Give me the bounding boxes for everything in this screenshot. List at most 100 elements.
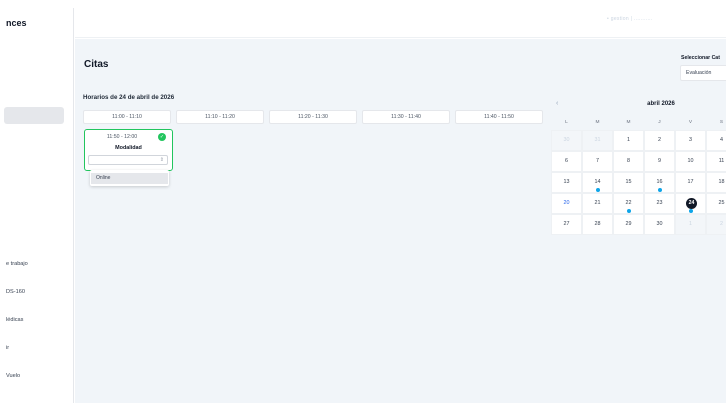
category-label: Seleccionar Cat — [681, 55, 720, 61]
calendar-day-number: 30 — [656, 221, 663, 227]
weekday-header: S — [719, 120, 724, 125]
selected-slot-card[interactable]: 11:50 - 12:00 ✓ Modalidad ⇕ — [84, 129, 173, 171]
calendar-day[interactable]: 17 — [675, 172, 706, 193]
calendar-day[interactable]: 15 — [613, 172, 644, 193]
calendar-day[interactable]: 2 — [706, 214, 726, 235]
calendar-day-number: 7 — [596, 158, 599, 164]
calendar-day[interactable]: 6 — [551, 151, 582, 172]
calendar-day[interactable]: 14 — [582, 172, 613, 193]
calendar-day-number: 4 — [720, 137, 723, 143]
topbar-status: • gestion | ........... — [607, 16, 653, 22]
calendar-month: abril 2026 — [647, 101, 675, 107]
page-title: Citas — [84, 59, 109, 70]
time-slot[interactable]: 11:20 - 11:30 — [269, 110, 357, 124]
calendar-day[interactable]: 31 — [582, 130, 613, 151]
calendar-day-number: 16 — [656, 179, 663, 185]
chevron-updown-icon: ⇕ — [159, 157, 164, 163]
calendar-day-number: 20 — [563, 200, 570, 206]
weekday-header: L — [565, 120, 568, 125]
calendar-day[interactable]: 7 — [582, 151, 613, 172]
calendar-day-number: 30 — [563, 137, 570, 143]
calendar-day[interactable]: 21 — [582, 193, 613, 214]
calendar-day-number: 18 — [718, 179, 725, 185]
schedule-subtitle: Horarios de 24 de abril de 2026 — [83, 94, 175, 101]
calendar-day[interactable]: 1 — [613, 130, 644, 151]
calendar-day-number: 2 — [658, 137, 661, 143]
calendar-day-number: 28 — [594, 221, 601, 227]
time-slot[interactable]: 11:00 - 11:10 — [83, 110, 171, 124]
time-slot[interactable]: 11:10 - 11:20 — [176, 110, 264, 124]
calendar-day[interactable]: 13 — [551, 172, 582, 193]
calendar-day[interactable]: 29 — [613, 214, 644, 235]
calendar-day[interactable]: 18 — [706, 172, 726, 193]
calendar-day-number: 31 — [594, 137, 601, 143]
sidebar-item-vuelo[interactable]: Vuelo — [6, 373, 20, 379]
calendar-day-number: 2 — [720, 221, 723, 227]
dropdown-option-online[interactable]: Online — [91, 173, 168, 184]
sidebar-item-active[interactable] — [4, 107, 64, 124]
calendar-day[interactable]: 23 — [644, 193, 675, 214]
calendar-day-number: 6 — [565, 158, 568, 164]
calendar-day-number: 21 — [594, 200, 601, 206]
sidebar-item-ds160[interactable]: DS-160 — [6, 289, 25, 295]
calendar-day-number: 10 — [687, 158, 694, 164]
calendar-day[interactable]: 10 — [675, 151, 706, 172]
modality-dropdown: Online — [90, 170, 169, 186]
time-slot[interactable]: 11:40 - 11:50 — [455, 110, 543, 124]
weekday-header: M — [595, 120, 600, 125]
calendar-day-number: 3 — [689, 137, 692, 143]
main-content: Citas Horarios de 24 de abril de 2026 11… — [75, 39, 726, 403]
selected-slot-time: 11:50 - 12:00 — [106, 134, 138, 140]
calendar-day-number: 13 — [563, 179, 570, 185]
modality-select[interactable]: ⇕ — [88, 155, 168, 165]
calendar-day-number: 15 — [625, 179, 632, 185]
calendar-day-number: 1 — [627, 137, 630, 143]
availability-dot — [689, 209, 693, 213]
calendar-day-number: 8 — [627, 158, 630, 164]
sidebar-item-trabajo[interactable]: e trabajo — [6, 261, 28, 267]
time-slot-list: 11:00 - 11:10 11:10 - 11:20 11:20 - 11:3… — [83, 110, 543, 124]
availability-dot — [596, 188, 600, 192]
calendar-day[interactable]: 1 — [675, 214, 706, 235]
calendar-day[interactable]: 9 — [644, 151, 675, 172]
chevron-left-icon[interactable]: ‹ — [556, 100, 558, 107]
sidebar-title: nces — [6, 18, 27, 28]
calendar-day[interactable]: 27 — [551, 214, 582, 235]
calendar-day[interactable]: 22 — [613, 193, 644, 214]
calendar-day-number: 1 — [689, 221, 692, 227]
calendar-day[interactable]: 8 — [613, 151, 644, 172]
calendar-day[interactable]: 30 — [551, 130, 582, 151]
weekday-header: J — [658, 120, 661, 125]
calendar-day[interactable]: 28 — [582, 214, 613, 235]
check-icon: ✓ — [158, 133, 166, 141]
sidebar: nces e trabajo DS-160 lédicas ir Vuelo — [0, 8, 74, 403]
availability-dot — [627, 209, 631, 213]
sidebar-item-ir[interactable]: ir — [6, 345, 9, 351]
calendar-day-number: 22 — [625, 200, 632, 206]
calendar-day[interactable]: 3 — [675, 130, 706, 151]
calendar-day-number: 27 — [563, 221, 570, 227]
calendar-day[interactable]: 20 — [551, 193, 582, 214]
calendar-day[interactable]: 16 — [644, 172, 675, 193]
calendar-day[interactable]: 24 — [675, 193, 706, 214]
calendar-day[interactable]: 25 — [706, 193, 726, 214]
modality-label: Modalidad — [115, 145, 142, 151]
calendar-day-number: 17 — [687, 179, 694, 185]
calendar-day-number: 14 — [594, 179, 601, 185]
calendar-day-number: 29 — [625, 221, 632, 227]
sidebar-item-medicas[interactable]: lédicas — [6, 317, 23, 323]
calendar-day-number: 23 — [656, 200, 663, 206]
calendar-day-number: 25 — [718, 200, 725, 206]
top-bar: • gestion | ........... — [75, 8, 726, 38]
calendar-day[interactable]: 4 — [706, 130, 726, 151]
category-select[interactable]: Evaluación — [680, 65, 726, 81]
calendar-day[interactable]: 30 — [644, 214, 675, 235]
calendar-day-number: 11 — [718, 158, 725, 164]
calendar-day[interactable]: 2 — [644, 130, 675, 151]
calendar-day-number: 9 — [658, 158, 661, 164]
weekday-header: V — [688, 120, 693, 125]
calendar-day[interactable]: 11 — [706, 151, 726, 172]
calendar-day-number: 24 — [686, 198, 697, 209]
time-slot[interactable]: 11:30 - 11:40 — [362, 110, 450, 124]
availability-dot — [658, 188, 662, 192]
